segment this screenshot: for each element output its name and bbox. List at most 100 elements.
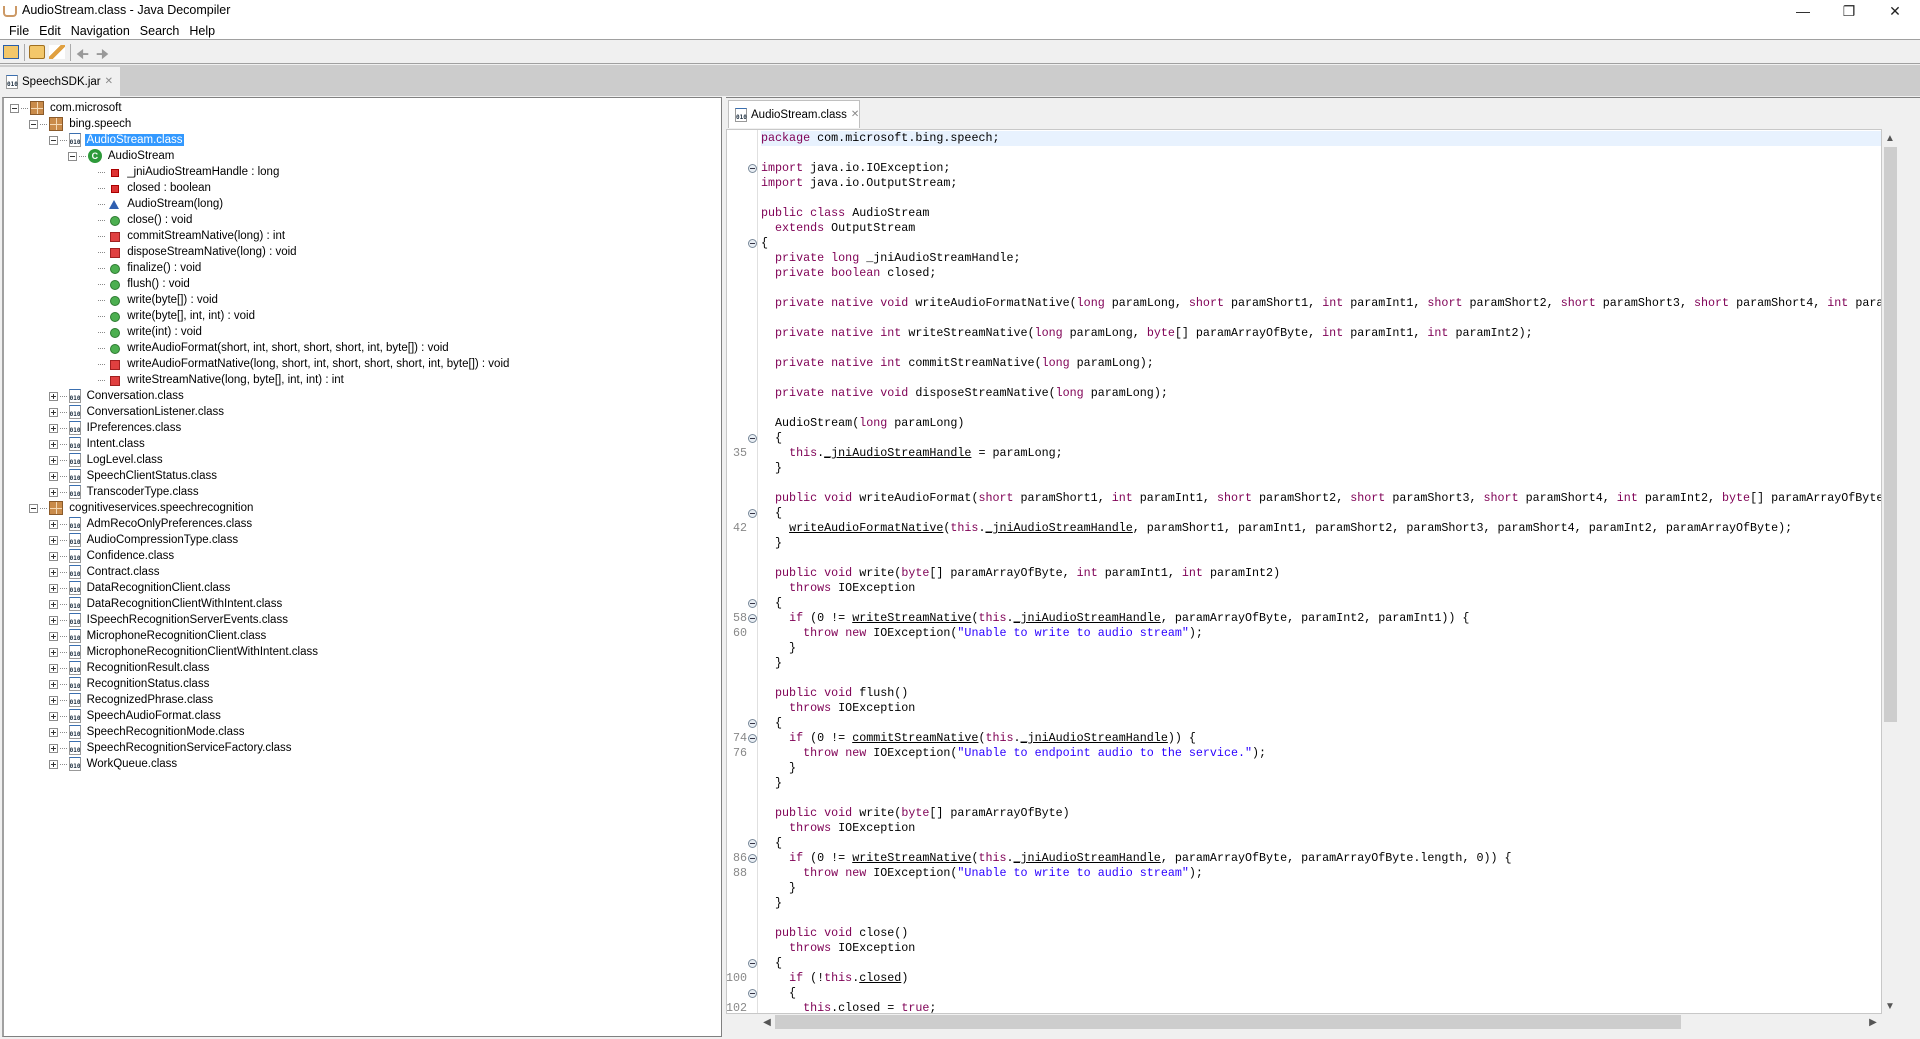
- horizontal-scroll-thumb[interactable]: [775, 1015, 1681, 1029]
- tree-item[interactable]: 010 ISpeechRecognitionServerEvents.class: [48, 612, 290, 628]
- tree-item[interactable]: C AudioStream: [67, 148, 176, 164]
- fold-toggle-icon[interactable]: [748, 239, 757, 248]
- code-editor[interactable]: package com.microsoft.bing.speech; impor…: [726, 129, 1882, 1014]
- expand-icon[interactable]: [48, 439, 58, 449]
- tree-item[interactable]: 010 Contract.class: [48, 564, 162, 580]
- code-link[interactable]: closed: [859, 971, 901, 985]
- tree-item[interactable]: 010 TranscoderType.class: [48, 484, 201, 500]
- fold-toggle-icon[interactable]: [748, 839, 757, 848]
- fold-toggle-icon[interactable]: [748, 719, 757, 728]
- tree-item[interactable]: 010 ConversationListener.class: [48, 404, 226, 420]
- close-tab-icon[interactable]: ✕: [105, 76, 113, 87]
- tree-item[interactable]: 010 SpeechRecognitionMode.class: [48, 724, 247, 740]
- fold-toggle-icon[interactable]: [748, 854, 757, 863]
- open-file-icon[interactable]: [3, 45, 19, 59]
- code-link[interactable]: writeAudioFormatNative: [789, 521, 943, 535]
- tree-item[interactable]: write(byte[]) : void: [87, 292, 220, 308]
- expand-icon[interactable]: [48, 407, 58, 417]
- code-link[interactable]: writeStreamNative: [852, 851, 971, 865]
- expand-icon[interactable]: [48, 615, 58, 625]
- tree-item[interactable]: 010 WorkQueue.class: [48, 756, 180, 772]
- tree-item[interactable]: AudioStream(long): [87, 196, 225, 212]
- tree-item[interactable]: cognitiveservices.speechrecognition: [29, 500, 255, 516]
- code-link[interactable]: commitStreamNative: [852, 731, 978, 745]
- tab-speechsdk-jar[interactable]: 010 SpeechSDK.jar ✕: [0, 67, 120, 96]
- tree-item[interactable]: _jniAudioStreamHandle : long: [87, 164, 281, 180]
- tree-item[interactable]: commitStreamNative(long) : int: [87, 228, 287, 244]
- expand-icon[interactable]: [48, 647, 58, 657]
- expand-icon[interactable]: [48, 535, 58, 545]
- scroll-up-icon[interactable]: ▲: [1882, 130, 1898, 146]
- fold-toggle-icon[interactable]: [748, 509, 757, 518]
- tree-item[interactable]: 010 DataRecognitionClientWithIntent.class: [48, 596, 285, 612]
- tree-item[interactable]: 010 AudioCompressionType.class: [48, 532, 241, 548]
- expand-icon[interactable]: [48, 519, 58, 529]
- fold-toggle-icon[interactable]: [748, 989, 757, 998]
- close-button[interactable]: ✕: [1872, 0, 1918, 22]
- expand-icon[interactable]: [48, 471, 58, 481]
- tree-item[interactable]: close() : void: [87, 212, 194, 228]
- tree-item[interactable]: write(byte[], int, int) : void: [87, 308, 257, 324]
- tree-item[interactable]: 010 DataRecognitionClient.class: [48, 580, 233, 596]
- tree-item[interactable]: 010 MicrophoneRecognitionClientWithIntent…: [48, 644, 320, 660]
- collapse-icon[interactable]: [10, 103, 19, 113]
- expand-icon[interactable]: [48, 727, 58, 737]
- expand-icon[interactable]: [48, 743, 58, 753]
- tree-item[interactable]: disposeStreamNative(long) : void: [87, 244, 298, 260]
- collapse-icon[interactable]: [29, 119, 39, 129]
- expand-icon[interactable]: [48, 487, 58, 497]
- tree-item[interactable]: 010 Conversation.class: [48, 388, 186, 404]
- expand-icon[interactable]: [48, 631, 58, 641]
- expand-icon[interactable]: [48, 679, 58, 689]
- tree-item[interactable]: 010 RecognitionStatus.class: [48, 676, 212, 692]
- fold-toggle-icon[interactable]: [748, 614, 757, 623]
- tree-item[interactable]: 010 LogLevel.class: [48, 452, 165, 468]
- minimize-button[interactable]: —: [1780, 0, 1826, 22]
- menu-help[interactable]: Help: [184, 22, 220, 39]
- menu-file[interactable]: File: [4, 22, 34, 39]
- expand-icon[interactable]: [48, 599, 58, 609]
- code-link[interactable]: _jniAudioStreamHandle: [1021, 731, 1168, 745]
- tree-item[interactable]: 010 MicrophoneRecognitionClient.class: [48, 628, 269, 644]
- tree-item[interactable]: bing.speech: [29, 116, 133, 132]
- collapse-icon[interactable]: [48, 135, 58, 145]
- tree-item[interactable]: 010 SpeechRecognitionServiceFactory.class: [48, 740, 294, 756]
- code-link[interactable]: writeStreamNative: [852, 611, 971, 625]
- menu-edit[interactable]: Edit: [34, 22, 66, 39]
- expand-icon[interactable]: [48, 663, 58, 673]
- collapse-icon[interactable]: [67, 151, 77, 161]
- expand-icon[interactable]: [48, 583, 58, 593]
- tree-item[interactable]: writeAudioFormatNative(long, short, int,…: [87, 356, 511, 372]
- tree-item[interactable]: 010 Intent.class: [48, 436, 147, 452]
- collapse-icon[interactable]: [29, 503, 39, 513]
- tree-item[interactable]: writeAudioFormat(short, int, short, shor…: [87, 340, 450, 356]
- tree-item[interactable]: flush() : void: [87, 276, 192, 292]
- expand-icon[interactable]: [48, 391, 58, 401]
- expand-icon[interactable]: [48, 567, 58, 577]
- tree-item[interactable]: 010 SpeechAudioFormat.class: [48, 708, 223, 724]
- tree-item[interactable]: 010 Confidence.class: [48, 548, 177, 564]
- expand-icon[interactable]: [48, 455, 58, 465]
- fold-toggle-icon[interactable]: [748, 959, 757, 968]
- fold-toggle-icon[interactable]: [748, 734, 757, 743]
- tree-item[interactable]: writeStreamNative(long, byte[], int, int…: [87, 372, 346, 388]
- tab-audiostream-class[interactable]: 010 AudioStream.class ✕: [728, 100, 860, 128]
- expand-icon[interactable]: [48, 551, 58, 561]
- code-link[interactable]: _jniAudioStreamHandle: [824, 446, 971, 460]
- fold-toggle-icon[interactable]: [748, 599, 757, 608]
- menu-search[interactable]: Search: [135, 22, 185, 39]
- tree-item[interactable]: 010 IPreferences.class: [48, 420, 184, 436]
- search-icon[interactable]: [49, 45, 65, 59]
- tree-item[interactable]: 010 AdmRecoOnlyPreferences.class: [48, 516, 255, 532]
- tree-item[interactable]: closed : boolean: [87, 180, 213, 196]
- tree-item[interactable]: 010 RecognitionResult.class: [48, 660, 212, 676]
- scroll-down-icon[interactable]: ▼: [1882, 998, 1898, 1014]
- expand-icon[interactable]: [48, 759, 58, 769]
- fold-toggle-icon[interactable]: [748, 164, 757, 173]
- expand-icon[interactable]: [48, 695, 58, 705]
- restore-button[interactable]: ❐: [1826, 0, 1872, 22]
- fold-toggle-icon[interactable]: [748, 434, 757, 443]
- code-link[interactable]: _jniAudioStreamHandle: [1014, 851, 1161, 865]
- scroll-right-icon[interactable]: ▶: [1865, 1014, 1881, 1030]
- expand-icon[interactable]: [48, 423, 58, 433]
